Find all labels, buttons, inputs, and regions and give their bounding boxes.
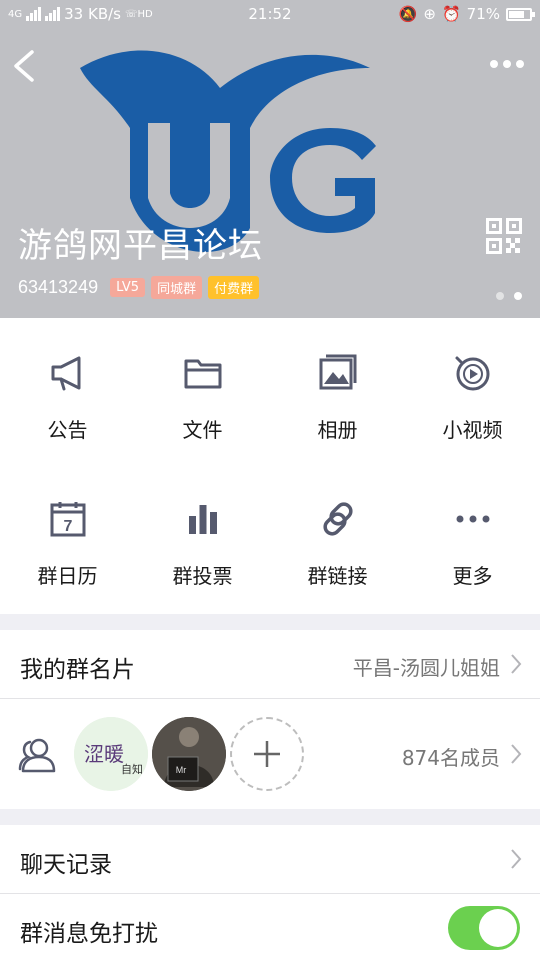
mute-toggle[interactable] xyxy=(448,906,520,950)
chevron-right-icon xyxy=(511,849,522,869)
feature-label: 相册 xyxy=(317,418,358,442)
members-row[interactable]: 涩暖 自知 Mr 874名成员 xyxy=(0,699,540,809)
group-card-row[interactable]: 我的群名片 平昌-汤圆儿姐姐 xyxy=(0,630,540,698)
feature-short-video[interactable]: 小视频 xyxy=(405,318,540,466)
plus-icon xyxy=(254,741,280,767)
chevron-right-icon xyxy=(511,744,522,764)
feature-files[interactable]: 文件 xyxy=(135,318,270,466)
feature-label: 群链接 xyxy=(307,564,368,588)
member-avatar[interactable]: 涩暖 自知 xyxy=(74,717,148,791)
svg-text:Mr: Mr xyxy=(176,765,187,775)
page-indicator xyxy=(496,292,522,300)
dot-icon xyxy=(503,60,511,68)
group-card-label: 我的群名片 xyxy=(20,657,135,683)
svg-text:自知: 自知 xyxy=(121,762,143,776)
group-id: 63413249 xyxy=(18,277,99,297)
svg-text:7: 7 xyxy=(63,518,72,535)
vote-icon xyxy=(188,505,217,534)
avatar-image: 涩暖 自知 xyxy=(74,717,148,791)
group-card-value: 平昌-汤圆儿姐姐 xyxy=(352,656,500,680)
feature-vote[interactable]: 群投票 xyxy=(135,466,270,614)
member-avatar[interactable]: Mr xyxy=(152,717,226,791)
member-count: 874名成员 xyxy=(401,746,500,770)
chevron-right-icon xyxy=(511,654,522,674)
members-icon xyxy=(18,738,56,773)
more-options-button[interactable] xyxy=(490,52,526,76)
calendar-icon: 7 xyxy=(50,502,85,537)
svg-text:涩暖: 涩暖 xyxy=(84,742,124,766)
feature-link[interactable]: 群链接 xyxy=(270,466,405,614)
add-member-button[interactable] xyxy=(230,717,304,791)
feature-label: 小视频 xyxy=(442,418,503,442)
feature-album[interactable]: 相册 xyxy=(270,318,405,466)
folder-icon xyxy=(184,359,221,389)
megaphone-icon xyxy=(51,356,80,391)
group-title: 游鸽网平昌论坛 xyxy=(18,226,263,266)
dot-icon xyxy=(490,60,498,68)
page-dot xyxy=(496,292,504,300)
level-badge: LV5 xyxy=(110,278,146,297)
chat-history-row[interactable]: 聊天记录 xyxy=(0,825,540,893)
chat-history-label: 聊天记录 xyxy=(20,852,112,878)
page-dot-active xyxy=(514,292,522,300)
mute-label: 群消息免打扰 xyxy=(20,921,158,947)
group-meta: 63413249 LV5 同城群 付费群 xyxy=(18,276,260,299)
link-icon xyxy=(322,502,353,536)
alarm-icon: ⏰ xyxy=(441,5,461,23)
back-button[interactable] xyxy=(10,48,40,84)
feature-label: 更多 xyxy=(452,564,493,588)
sync-icon: ⊕ xyxy=(423,5,436,23)
feature-label: 群日历 xyxy=(37,564,98,588)
feature-grid: 公告 文件 相册 小视频 7 群日历 群投票 群链接 更多 xyxy=(0,318,540,614)
dot-icon xyxy=(516,60,524,68)
status-bar: 4G 33 KB/s ☏HD 21:52 🔕 ⊕ ⏰ 71% xyxy=(0,0,540,28)
clock: 21:52 xyxy=(248,5,292,23)
paid-badge: 付费群 xyxy=(208,276,260,299)
battery-percent: 71% xyxy=(466,5,500,23)
feature-calendar[interactable]: 7 群日历 xyxy=(0,466,135,614)
avatar-image: Mr xyxy=(152,717,226,791)
feature-label: 群投票 xyxy=(172,564,233,588)
video-icon xyxy=(455,356,489,391)
city-badge: 同城群 xyxy=(151,276,203,299)
feature-more[interactable]: 更多 xyxy=(405,466,540,614)
mute-row: 群消息免打扰 xyxy=(0,894,540,960)
more-dots-icon xyxy=(456,515,489,523)
qr-code-icon[interactable] xyxy=(486,218,522,254)
album-icon xyxy=(319,354,356,390)
mute-bell-icon: 🔕 xyxy=(398,5,418,23)
feature-label: 公告 xyxy=(47,418,88,442)
toggle-knob xyxy=(479,909,517,947)
feature-announcement[interactable]: 公告 xyxy=(0,318,135,466)
group-header: 4G 33 KB/s ☏HD 21:52 🔕 ⊕ ⏰ 71% 游鸽网平昌论坛 6… xyxy=(0,0,540,318)
battery-icon xyxy=(506,7,535,21)
feature-label: 文件 xyxy=(182,418,223,442)
